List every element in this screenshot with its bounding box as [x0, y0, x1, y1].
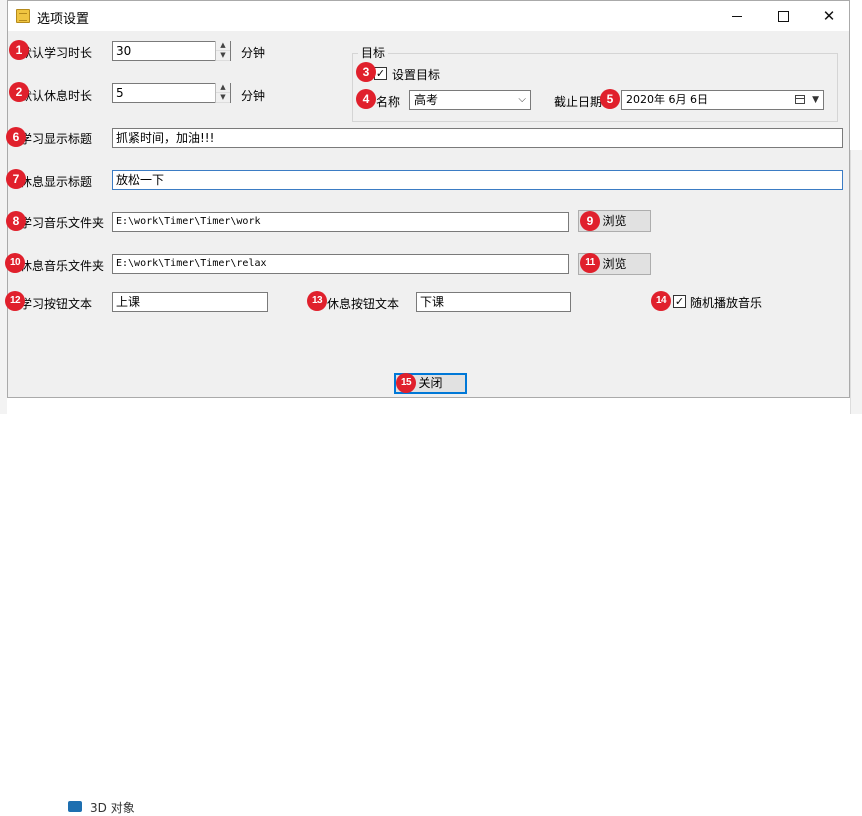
- 3d-objects-icon: [68, 801, 82, 812]
- study-music-path-value: E:\work\Timer\Timer\work: [116, 216, 261, 227]
- spin-up-icon[interactable]: ▲: [216, 41, 230, 51]
- app-icon: [16, 9, 30, 23]
- background-explorer-item: 3D 对象: [30, 398, 260, 815]
- set-goal-checkbox[interactable]: ✓: [374, 67, 387, 80]
- maximize-button[interactable]: [760, 1, 806, 31]
- rest-button-text-label: 休息按钮文本: [327, 297, 400, 311]
- study-title-label: 学习显示标题: [20, 132, 93, 146]
- annotation-badge: 5: [600, 89, 620, 109]
- goal-name-value: 高考: [414, 93, 439, 107]
- options-dialog: 选项设置 ✕ 默认学习时长 30 ▲ ▼ 分钟 默认休息时长 5 ▲ ▼ 分钟 目标…: [7, 0, 850, 398]
- spin-up-icon[interactable]: ▲: [216, 83, 230, 93]
- annotation-badge: 12: [5, 291, 25, 311]
- annotation-badge: 1: [9, 40, 29, 60]
- study-duration-unit: 分钟: [241, 46, 266, 60]
- study-music-path-input[interactable]: E:\work\Timer\Timer\work: [112, 212, 569, 232]
- annotation-badge: 6: [6, 127, 26, 147]
- rest-music-path-value: E:\work\Timer\Timer\relax: [116, 258, 267, 269]
- calendar-icon[interactable]: [795, 95, 805, 104]
- study-title-input[interactable]: 抓紧时间，加油!!!: [112, 128, 843, 148]
- rest-duration-unit: 分钟: [241, 89, 266, 103]
- study-duration-spinner[interactable]: ▲ ▼: [215, 41, 230, 61]
- set-goal-label[interactable]: 设置目标: [392, 66, 440, 83]
- goal-group-title: 目标: [358, 44, 389, 61]
- spin-down-icon[interactable]: ▼: [216, 93, 230, 103]
- dropdown-arrow-icon[interactable]: ▼: [812, 91, 819, 109]
- annotation-badge: 7: [6, 169, 26, 189]
- study-duration-input[interactable]: 30: [112, 41, 231, 61]
- rest-duration-label: 默认休息时长: [20, 89, 93, 103]
- rest-music-path-input[interactable]: E:\work\Timer\Timer\relax: [112, 254, 569, 274]
- study-button-text-value: 上课: [116, 295, 141, 309]
- study-title-value: 抓紧时间，加油!!!: [116, 131, 215, 145]
- random-music-label[interactable]: 随机播放音乐: [690, 294, 762, 311]
- goal-name-label: 名称: [376, 95, 401, 109]
- browse-label: 浏览: [602, 214, 627, 228]
- rest-duration-input[interactable]: 5: [112, 83, 231, 103]
- study-duration-value: 30: [116, 44, 132, 58]
- random-music-checkbox[interactable]: ✓: [673, 295, 686, 308]
- study-music-label: 学习音乐文件夹: [20, 216, 105, 230]
- desktop-background-left: [0, 0, 7, 414]
- annotation-badge: 4: [356, 89, 376, 109]
- spin-down-icon[interactable]: ▼: [216, 51, 230, 61]
- annotation-badge: 11: [580, 253, 600, 273]
- rest-music-label: 休息音乐文件夹: [20, 259, 105, 273]
- annotation-badge: 9: [580, 211, 600, 231]
- desktop-background-right: [850, 150, 862, 414]
- rest-title-input[interactable]: 放松一下: [112, 170, 843, 190]
- chevron-down-icon[interactable]: ⌵: [518, 91, 526, 109]
- rest-title-label: 休息显示标题: [20, 175, 93, 189]
- background-item-label: 3D 对象: [90, 801, 135, 815]
- minimize-button[interactable]: [714, 1, 760, 31]
- annotation-badge: 13: [307, 291, 327, 311]
- rest-button-text-input[interactable]: 下课: [416, 292, 571, 312]
- study-button-text-label: 学习按钮文本: [20, 297, 93, 311]
- rest-title-value: 放松一下: [116, 173, 165, 187]
- goal-name-combobox[interactable]: 高考 ⌵: [409, 90, 531, 110]
- annotation-badge: 15: [396, 373, 416, 393]
- window-title: 选项设置: [37, 12, 90, 27]
- annotation-badge: 14: [651, 291, 671, 311]
- rest-button-text-value: 下课: [420, 295, 445, 309]
- close-window-button[interactable]: ✕: [806, 1, 852, 31]
- annotation-badge: 3: [356, 62, 376, 82]
- goal-groupbox: [352, 53, 838, 122]
- deadline-value: 2020年 6月 6日: [626, 93, 708, 106]
- study-button-text-input[interactable]: 上课: [112, 292, 268, 312]
- deadline-label: 截止日期: [554, 95, 603, 109]
- close-button-label: 关闭: [418, 376, 443, 390]
- title-bar[interactable]: 选项设置 ✕: [8, 1, 849, 31]
- annotation-badge: 2: [9, 82, 29, 102]
- browse-label: 浏览: [602, 257, 627, 271]
- deadline-datepicker[interactable]: 2020年 6月 6日 ▼: [621, 90, 824, 110]
- rest-duration-spinner[interactable]: ▲ ▼: [215, 83, 230, 103]
- study-duration-label: 默认学习时长: [20, 46, 93, 60]
- annotation-badge: 8: [6, 211, 26, 231]
- annotation-badge: 10: [5, 253, 25, 273]
- rest-duration-value: 5: [116, 86, 124, 100]
